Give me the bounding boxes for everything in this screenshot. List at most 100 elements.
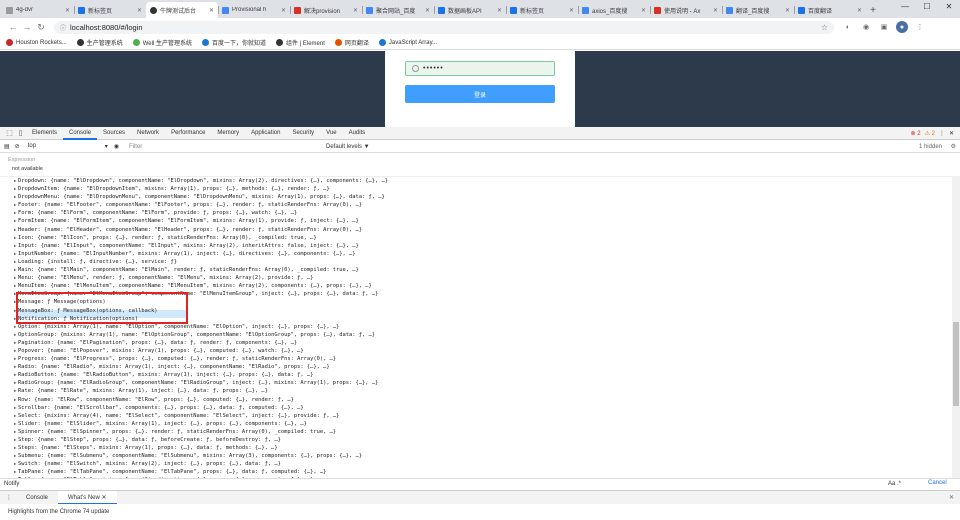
browser-tab[interactable]: 聚合网站_百度 ✕	[362, 2, 434, 18]
console-log-line[interactable]: Input: {name: "ElInput", componentName: …	[0, 242, 952, 250]
console-log-line[interactable]: Loading: {install: ƒ, directive: {…}, se…	[0, 258, 952, 266]
console-log-line[interactable]: Radio: {name: "ElRadio", mixins: Array(1…	[0, 363, 952, 371]
close-tab-icon[interactable]: ✕	[857, 7, 862, 14]
scrollbar-thumb[interactable]	[953, 322, 959, 406]
devtools-tab-application[interactable]: Application	[245, 127, 286, 140]
maximize-button[interactable]: ☐	[916, 0, 938, 14]
console-log-line[interactable]: MenuItem: {name: "ElMenuItem", component…	[0, 282, 952, 290]
browser-tab[interactable]: 翻译_百度搜 ✕	[722, 2, 794, 18]
password-field[interactable]: ••••••	[405, 61, 555, 76]
browser-tab[interactable]: 解决provision ✕	[290, 2, 362, 18]
forward-arrow-icon[interactable]: →	[20, 22, 34, 32]
cancel-search-button[interactable]: Cancel	[928, 480, 947, 486]
extension-icon[interactable]: ◐	[842, 21, 854, 33]
devtools-menu-icon[interactable]: ⋮	[939, 130, 945, 137]
console-log-line[interactable]: OptionGroup: {mixins: Array(1), name: "E…	[0, 331, 952, 339]
close-tab-icon[interactable]: ✕	[353, 7, 358, 14]
profile-avatar[interactable]: ●	[896, 21, 908, 33]
drawer-tab-console[interactable]: Console	[16, 491, 58, 505]
minimize-button[interactable]: —	[894, 0, 916, 14]
devtools-tab-audits[interactable]: Audits	[343, 127, 372, 140]
browser-tab[interactable]: 使用说明 - Ax ✕	[650, 2, 722, 18]
browser-tab[interactable]: 数据画板API ✕	[434, 2, 506, 18]
drawer-close-icon[interactable]: ✕	[949, 491, 954, 505]
context-selector[interactable]: top ▾	[28, 143, 108, 150]
console-log-line[interactable]: Pagination: {name: "ElPagination", props…	[0, 339, 952, 347]
console-log-line[interactable]: RadioButton: {name: "ElRadioButton", mix…	[0, 371, 952, 379]
bookmark-item[interactable]: Houston Rockets...	[6, 39, 67, 46]
console-log-line[interactable]: Row: {name: "ElRow", componentName: "ElR…	[0, 396, 952, 404]
extension-icon[interactable]: ◉	[860, 21, 872, 33]
reload-icon[interactable]: ↻	[34, 22, 48, 33]
console-log-line[interactable]: Switch: {name: "ElSwitch", mixins: Array…	[0, 460, 952, 468]
expression-label[interactable]: Expression	[8, 156, 952, 165]
console-log-line[interactable]: Step: {name: "ElStep", props: {…}, data:…	[0, 436, 952, 444]
bookmark-item[interactable]: 网页翻译	[334, 38, 369, 47]
console-log-line[interactable]: RadioGroup: {name: "ElRadioGroup", compo…	[0, 379, 952, 387]
browser-tab[interactable]: axios_百度搜 ✕	[578, 2, 650, 18]
devtools-tab-vue[interactable]: Vue	[320, 127, 342, 140]
error-count-badge[interactable]: ⊗ 2	[911, 130, 921, 137]
close-drawer-tab-icon[interactable]: ✕	[102, 495, 107, 501]
browser-tab[interactable]: 新标签页 ✕	[74, 2, 146, 18]
close-tab-icon[interactable]: ✕	[65, 7, 70, 14]
console-log-line[interactable]: DropdownMenu: {name: "ElDropdownMenu", c…	[0, 193, 952, 201]
close-tab-icon[interactable]: ✕	[497, 7, 502, 14]
drawer-tab-whats-new[interactable]: What's New ✕	[58, 490, 117, 505]
new-tab-button[interactable]: +	[866, 2, 880, 18]
url-text[interactable]: localhost:8080/#/login	[70, 23, 821, 32]
console-log-line[interactable]: Steps: {name: "ElSteps", mixins: Array(1…	[0, 444, 952, 452]
bookmark-star-icon[interactable]: ☆	[821, 23, 828, 32]
close-tab-icon[interactable]: ✕	[785, 7, 790, 14]
bookmark-item[interactable]: 百度一下，你就知道	[201, 38, 266, 47]
console-log-line[interactable]: Progress: {name: "ElProgress", props: {……	[0, 355, 952, 363]
devtools-tab-memory[interactable]: Memory	[211, 127, 245, 140]
log-levels-dropdown[interactable]: Default levels ▼	[326, 141, 370, 153]
close-window-button[interactable]: ✕	[938, 0, 960, 14]
console-log-line[interactable]: Rate: {name: "ElRate", mixins: Array(1),…	[0, 387, 952, 395]
close-tab-icon[interactable]: ✕	[281, 7, 286, 14]
console-log-line[interactable]: Form: {name: "ElForm", componentName: "E…	[0, 209, 952, 217]
console-log-line[interactable]: Submenu: {name: "ElSubmenu", componentNa…	[0, 452, 952, 460]
console-log-line[interactable]: Popover: {name: "ElPopover", mixins: Arr…	[0, 347, 952, 355]
drawer-menu-icon[interactable]: ⋮	[6, 494, 12, 501]
clear-console-icon[interactable]: ⊘	[15, 143, 20, 150]
console-log-line[interactable]: Header: {name: "ElHeader", componentName…	[0, 226, 952, 234]
filter-input[interactable]: Filter	[129, 144, 309, 150]
devtools-close-icon[interactable]: ✕	[949, 130, 954, 137]
menu-kebab-icon[interactable]: ⋮	[914, 21, 926, 33]
devtools-tab-elements[interactable]: Elements	[26, 127, 63, 140]
gear-icon[interactable]: ⚙	[951, 141, 956, 153]
close-tab-icon[interactable]: ✕	[569, 7, 574, 14]
extension-icon[interactable]: ▣	[878, 21, 890, 33]
devtools-tab-performance[interactable]: Performance	[165, 127, 211, 140]
sidebar-toggle-icon[interactable]: ▤	[4, 143, 10, 150]
browser-tab-active[interactable]: 牛牌测试后台 ✕	[146, 2, 218, 18]
login-button[interactable]: 登录	[405, 85, 555, 103]
close-tab-icon[interactable]: ✕	[713, 7, 718, 14]
devtools-tab-console[interactable]: Console	[63, 127, 98, 140]
console-log-line[interactable]: FormItem: {name: "ElFormItem", component…	[0, 217, 952, 225]
console-log-line[interactable]: TabPane: {name: "ElTabPane", componentNa…	[0, 468, 952, 476]
console-log-line[interactable]: Footer: {name: "ElFooter", componentName…	[0, 201, 952, 209]
devtools-tab-sources[interactable]: Sources	[97, 127, 131, 140]
console-log-line[interactable]: Menu: {name: "ElMenu", render: ƒ, compon…	[0, 274, 952, 282]
devtools-tab-network[interactable]: Network	[131, 127, 165, 140]
console-log-line[interactable]: InputNumber: {name: "ElInputNumber", mix…	[0, 250, 952, 258]
console-log-line[interactable]: Icon: {name: "ElIcon", props: {…}, rende…	[0, 234, 952, 242]
bookmark-item[interactable]: 生产管理系统	[76, 38, 123, 47]
console-log-line[interactable]: Main: {name: "ElMain", componentName: "E…	[0, 266, 952, 274]
close-tab-icon[interactable]: ✕	[209, 7, 214, 14]
console-log-line[interactable]: Select: {mixins: Array(4), name: "ElSele…	[0, 412, 952, 420]
close-tab-icon[interactable]: ✕	[641, 7, 646, 14]
console-log-line[interactable]: Spinner: {name: "ElSpinner", props: {…},…	[0, 428, 952, 436]
browser-tab[interactable]: 4g-dvr ✕	[2, 2, 74, 18]
close-tab-icon[interactable]: ✕	[137, 7, 142, 14]
console-log-line[interactable]: Dropdown: {name: "ElDropdown", component…	[0, 177, 952, 185]
info-icon[interactable]: ⓘ	[60, 23, 66, 32]
inspect-element-icon[interactable]: ⬚	[4, 128, 15, 139]
console-log-line[interactable]: Slider: {name: "ElSlider", mixins: Array…	[0, 420, 952, 428]
search-input[interactable]: Notify	[4, 481, 960, 487]
device-toolbar-icon[interactable]: ▯	[15, 128, 26, 139]
back-arrow-icon[interactable]: ←	[6, 22, 20, 32]
